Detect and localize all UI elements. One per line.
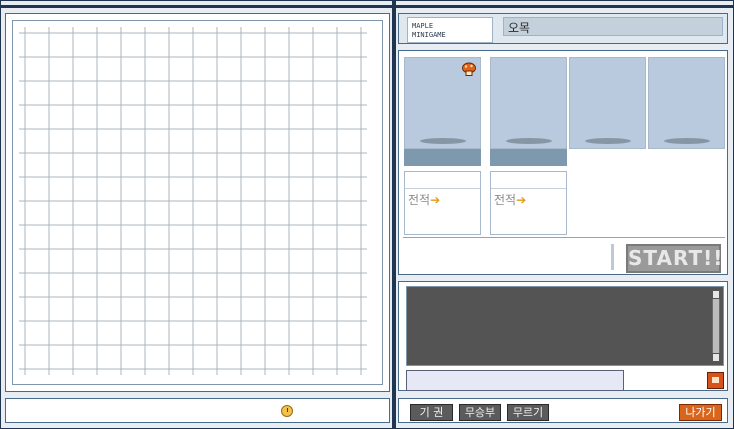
scroll-up-button[interactable] (712, 290, 720, 299)
spectator-shadow (664, 138, 710, 144)
record-label: 전적 (408, 193, 431, 207)
chat-panel (398, 281, 728, 391)
record-label: 전적 (494, 193, 517, 207)
players-panel: 전적➔ 전적➔ START!! (398, 50, 728, 275)
giveup-button[interactable]: 기 권 (410, 404, 453, 421)
record-divider (405, 188, 480, 189)
start-separator (611, 244, 614, 270)
chat-log (406, 286, 724, 366)
chat-input[interactable] (406, 370, 624, 391)
player-2-record-link[interactable]: 전적➔ (494, 191, 526, 208)
player-shadow (420, 138, 466, 144)
player-1-name-bar (404, 149, 481, 166)
player-slot-2 (490, 57, 567, 149)
undo-button[interactable]: 무르기 (507, 404, 549, 421)
mushroom-icon (462, 62, 476, 76)
player-1-record-box: 전적➔ (404, 171, 481, 235)
maple-minigame-logo: MAPLE MINIGAME (407, 17, 493, 43)
start-button[interactable]: START!! (626, 244, 722, 273)
center-divider (392, 0, 396, 429)
scroll-down-button[interactable] (712, 353, 720, 362)
arrow-right-icon: ➔ (516, 193, 527, 207)
room-header: MAPLE MINIGAME 오목 (398, 13, 728, 44)
chat-scrollbar[interactable] (712, 290, 720, 362)
player-shadow (506, 138, 552, 144)
action-bar: 기 권 무승부 무르기 나가기 (398, 398, 728, 423)
panel-divider (403, 237, 725, 238)
top-border (0, 5, 734, 8)
arrow-right-icon: ➔ (430, 193, 441, 207)
board-grid[interactable] (13, 21, 382, 384)
logo-line1: MAPLE (412, 22, 434, 30)
status-bar (5, 398, 390, 423)
clock-icon (281, 405, 293, 417)
record-divider (491, 188, 566, 189)
player-2-record-box: 전적➔ (490, 171, 567, 235)
exit-button[interactable]: 나가기 (679, 404, 722, 421)
logo-line2: MINIGAME (412, 31, 446, 39)
spectator-slot-1 (569, 57, 646, 149)
draw-button[interactable]: 무승부 (459, 404, 501, 421)
spectator-shadow (585, 138, 631, 144)
player-1-record-link[interactable]: 전적➔ (408, 191, 440, 208)
emoticon-icon[interactable] (707, 372, 724, 389)
game-board-panel (5, 13, 390, 392)
player-slot-1 (404, 57, 481, 149)
spectator-slot-2 (648, 57, 725, 149)
omok-board[interactable] (12, 20, 383, 385)
game-title: 오목 (503, 17, 723, 36)
player-2-name-bar (490, 149, 567, 166)
